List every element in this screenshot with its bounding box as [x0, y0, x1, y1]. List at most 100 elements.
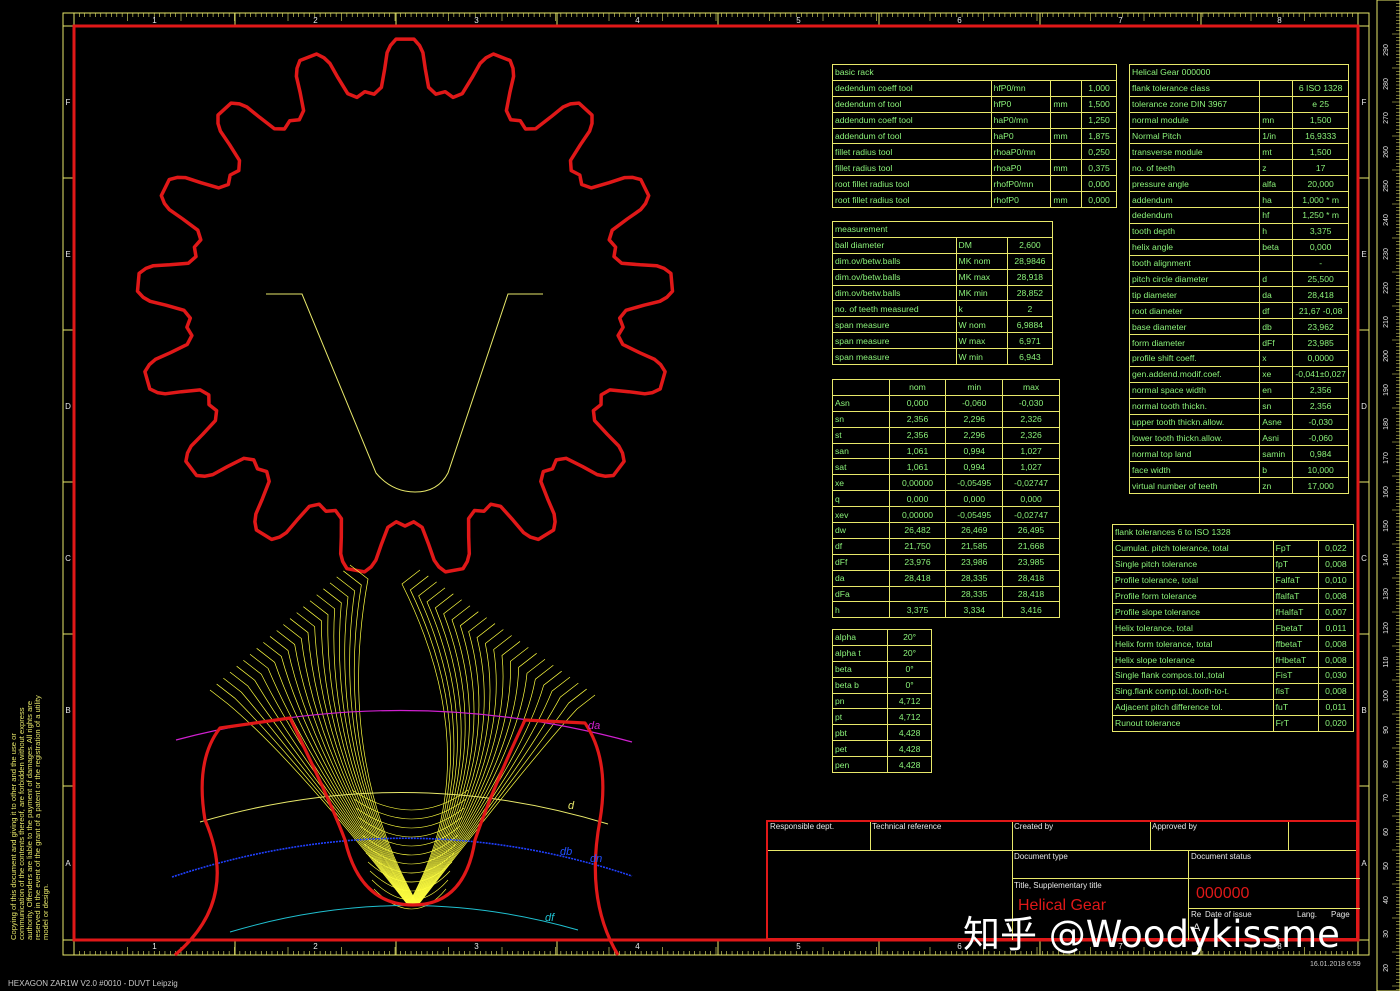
table-row: san 1,061 0,994 1,027	[832, 442, 1060, 460]
table-row: xe 0,00000 -0,05495 -0,02747	[832, 474, 1060, 492]
table-cell: 0,010	[1317, 571, 1355, 589]
table-cell: alfa	[1259, 175, 1294, 193]
table-row: Adjacent pitch difference tol. fuT 0,011	[1112, 698, 1355, 716]
table-cell: pt	[831, 708, 889, 726]
table-cell: e 25	[1292, 95, 1349, 113]
table-cell: 0,008	[1317, 555, 1355, 573]
gear-profile	[135, 37, 675, 574]
ruler-letter: B	[65, 706, 70, 715]
table-cell: 21,750	[888, 537, 947, 555]
table-cell: 4,428	[887, 756, 932, 774]
table-cell: 20°	[887, 644, 932, 662]
table-row: dFa 28,335 28,418	[832, 585, 1060, 603]
table-cell: 0,007	[1317, 603, 1355, 621]
table-cell: 25,500	[1292, 270, 1349, 288]
table-cell: lower tooth thickn.allow.	[1128, 429, 1261, 447]
table-row: root fillet radius tool rhofP0/mn 0,000	[832, 175, 1117, 193]
table-row: dim.ov/betw.balls MK nom 28,9846	[832, 252, 1054, 270]
table-cell: flank tolerance class	[1128, 79, 1261, 97]
table-cell: -0,05495	[945, 474, 1004, 492]
table-cell: 2,356	[1292, 381, 1349, 399]
table-cell: 0,000	[1002, 490, 1060, 508]
table-title: flank tolerances 6 to ISO 1328	[1112, 524, 1354, 541]
table-cell: 0°	[887, 660, 932, 678]
ruler-side-number: 250	[1383, 180, 1390, 192]
table-cell: ha	[1259, 191, 1294, 209]
table-cell: MK min	[955, 284, 1008, 302]
table-cell: 1,000 * m	[1292, 191, 1349, 209]
ruler-number: 5	[796, 16, 801, 25]
table-row: fillet radius tool rhoaP0/mn 0,250	[832, 143, 1117, 161]
table-cell: 23,976	[888, 553, 947, 571]
table-cell: gen.addend.modif.coef.	[1128, 365, 1261, 383]
table-cell: no. of teeth measured	[832, 300, 957, 318]
table-row: pn 4,712	[831, 692, 932, 710]
table-cell: q	[832, 490, 890, 508]
ruler-side-number: 100	[1383, 690, 1390, 702]
table-cell: -0,030	[1292, 413, 1349, 431]
column-header: min	[945, 379, 1004, 396]
table-row: dedendum of tool hfP0 mm 1,500	[832, 95, 1117, 113]
table-cell: mm	[1050, 191, 1083, 209]
table-cell: 4,428	[887, 740, 932, 758]
approved-by-label: Approved by	[1152, 822, 1197, 831]
table-title-row: Helical Gear 000000	[1129, 64, 1349, 81]
table-row: tooth depth h 3,375	[1128, 222, 1349, 240]
table-row: lower tooth thickn.allow. Asni -0,060	[1128, 429, 1349, 447]
table-cell: 0,008	[1317, 635, 1355, 653]
column-header	[832, 379, 890, 396]
table-cell: span measure	[832, 348, 957, 366]
table-cell: mm	[1050, 127, 1083, 145]
table-cell: face width	[1128, 461, 1261, 479]
ruler-letter: E	[65, 250, 70, 259]
table-cell: -	[1292, 254, 1349, 272]
ruler-letter: C	[1361, 554, 1367, 563]
table-row: dedendum hf 1,250 * m	[1128, 207, 1349, 224]
table-row: alpha 20°	[831, 629, 932, 646]
ruler-side-number: 200	[1383, 350, 1390, 362]
table-row: pbt 4,428	[831, 724, 932, 742]
table-cell: tolerance zone DIN 3967	[1128, 95, 1261, 113]
table-cell: h	[1259, 222, 1294, 240]
plot-timestamp: 16.01.2018 6:59	[1310, 961, 1361, 968]
table-row: addendum of tool haP0 mm 1,875	[832, 127, 1117, 145]
table-cell: 0,020	[1317, 714, 1355, 732]
table-cell: 20,000	[1292, 175, 1349, 193]
table-row: gen.addend.modif.coef. xe -0,041±0,027	[1128, 365, 1349, 383]
ruler-number: 3	[474, 16, 479, 25]
table-cell: 28,418	[1292, 286, 1349, 304]
table-cell: pen	[831, 756, 889, 774]
table-cell: ffalfaT	[1272, 587, 1319, 605]
ruler-letter: A	[65, 859, 71, 868]
base-diameter-label: db	[560, 846, 573, 858]
table-cell: 23,962	[1292, 318, 1349, 336]
table-cell: 0,000	[1081, 175, 1117, 193]
table-cell: Adjacent pitch difference tol.	[1112, 698, 1274, 716]
table-cell: 0,008	[1317, 651, 1355, 669]
table-cell: 3,416	[1002, 601, 1060, 619]
table-cell: fillet radius tool	[832, 159, 992, 177]
ruler-letter: E	[1361, 250, 1366, 259]
table-cell: dw	[832, 522, 890, 539]
table-cell: 26,469	[945, 522, 1004, 539]
table-cell: W max	[955, 332, 1008, 350]
table-cell: ffbetaT	[1272, 635, 1319, 653]
table-cell: 1,500	[1081, 95, 1117, 113]
ruler-number: 5	[796, 942, 801, 951]
table-cell: MK max	[955, 268, 1008, 286]
table-cell: 1,250	[1081, 111, 1117, 129]
ruler-side-number: 110	[1383, 656, 1390, 667]
table-cell: hfP0/mn	[990, 79, 1052, 97]
table-cell: hf	[1259, 207, 1294, 224]
table-cell: 0,994	[945, 458, 1004, 476]
ruler-side-number: 60	[1383, 828, 1390, 836]
table-row: ball diameter DM 2,600	[832, 236, 1054, 254]
ruler-number: 4	[635, 942, 640, 951]
table-title-row: basic rack	[832, 64, 1117, 81]
table-cell: rhoaP0	[990, 159, 1052, 177]
document-number: 000000	[1196, 885, 1250, 902]
table-cell: 23,986	[945, 553, 1004, 571]
ruler-side-number: 90	[1383, 726, 1390, 734]
table-row: dim.ov/betw.balls MK min 28,852	[832, 284, 1054, 302]
ruler-side-number: 170	[1383, 452, 1390, 464]
